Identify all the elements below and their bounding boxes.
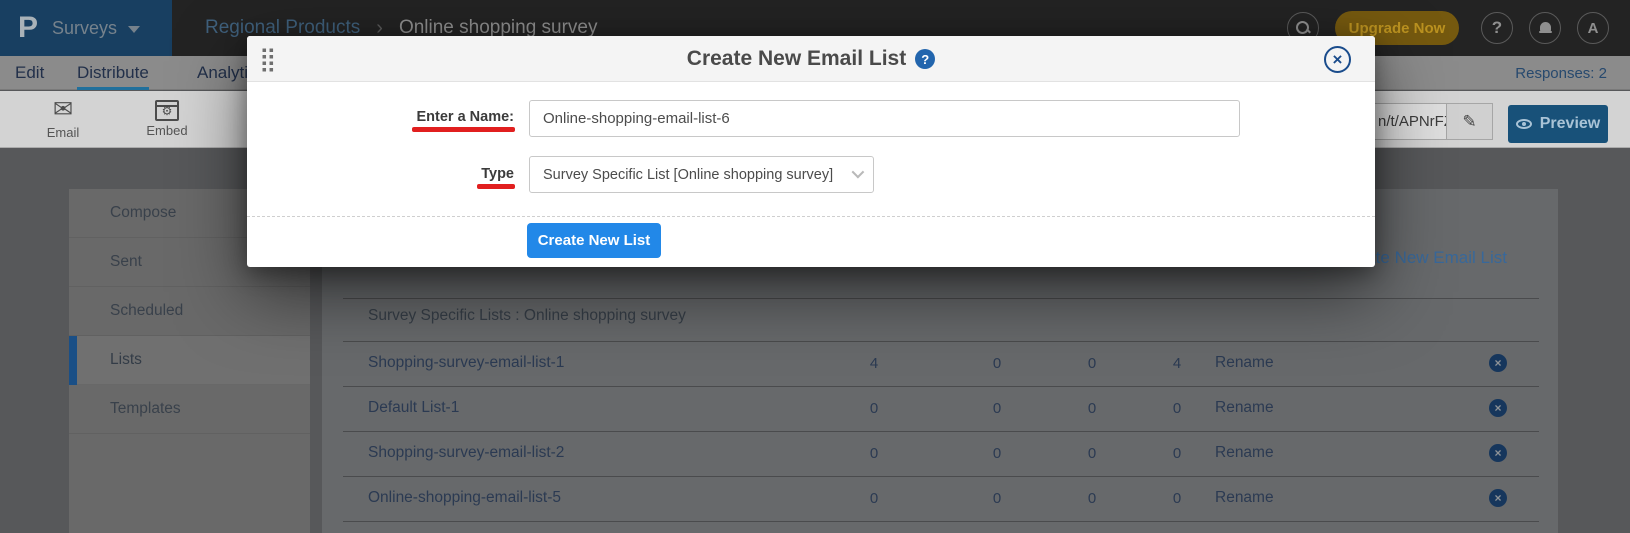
list-name-link[interactable]: Shopping-survey-email-list-2 — [368, 444, 798, 462]
modal-close-button[interactable]: × — [1324, 46, 1351, 73]
tab-distribute[interactable]: Distribute — [77, 56, 149, 90]
email-icon: ✉ — [53, 97, 73, 123]
type-label-underline — [477, 184, 515, 189]
modal-help-icon[interactable]: ? — [915, 49, 935, 69]
avatar-initial: A — [1588, 20, 1599, 37]
table-divider — [343, 521, 1539, 522]
tab-distribute-label: Distribute — [77, 63, 149, 83]
responses-count[interactable]: Responses: 2 — [1515, 56, 1607, 90]
rename-link[interactable]: Rename — [1215, 489, 1274, 507]
type-field-label: Type — [347, 166, 514, 182]
cell-unsubscribed: 0 — [942, 400, 1052, 417]
sidebar-item-scheduled[interactable]: Scheduled — [69, 287, 310, 336]
name-field-label: Enter a Name: — [347, 109, 514, 125]
account-avatar[interactable]: A — [1577, 12, 1609, 44]
sidebar-item-lists[interactable]: Lists — [69, 336, 310, 385]
delete-list-icon[interactable]: × — [1489, 354, 1507, 372]
search-icon — [1296, 21, 1310, 35]
table-divider — [343, 476, 1539, 477]
toolbar-item-embed[interactable]: ⚙ Embed — [132, 97, 202, 143]
cell-active: 0 — [819, 445, 929, 462]
rename-link[interactable]: Rename — [1215, 354, 1274, 372]
close-icon: × — [1333, 51, 1343, 68]
list-name-link[interactable]: Online-shopping-email-list-5 — [368, 489, 798, 507]
sidebar-templates-label: Templates — [110, 400, 181, 418]
cell-unsubscribed: 0 — [942, 490, 1052, 507]
sidebar-sent-label: Sent — [110, 253, 142, 271]
list-type-select[interactable]: Survey Specific List [Online shopping su… — [529, 156, 874, 193]
help-icon: ? — [1492, 18, 1502, 38]
list-name-link[interactable]: Shopping-survey-email-list-1 — [368, 354, 798, 372]
table-divider — [343, 341, 1539, 342]
modal-title: Create New Email List — [687, 47, 906, 71]
table-divider — [343, 298, 1539, 299]
notifications-button[interactable] — [1529, 12, 1561, 44]
sidebar-scheduled-label: Scheduled — [110, 302, 183, 320]
list-name-input[interactable] — [529, 100, 1240, 137]
toolbar-embed-label: Embed — [146, 123, 187, 138]
eye-icon — [1516, 119, 1532, 129]
rename-link[interactable]: Rename — [1215, 444, 1274, 462]
table-section-header: Survey Specific Lists : Online shopping … — [368, 307, 686, 325]
cell-unsubscribed: 0 — [942, 355, 1052, 372]
select-chevron-icon — [852, 166, 865, 179]
product-name: Surveys — [52, 18, 117, 39]
toolbar-item-email[interactable]: ✉ Email — [28, 97, 98, 143]
cell-active: 0 — [819, 400, 929, 417]
tab-edit[interactable]: Edit — [15, 56, 44, 90]
modal-divider — [247, 216, 1375, 217]
tab-edit-label: Edit — [15, 63, 44, 83]
help-button[interactable]: ? — [1481, 12, 1513, 44]
edit-url-button[interactable]: ✎ — [1446, 104, 1492, 139]
name-label-underline — [412, 127, 515, 132]
table-divider — [343, 431, 1539, 432]
cell-active: 4 — [819, 355, 929, 372]
preview-label: Preview — [1540, 115, 1600, 133]
product-switcher[interactable]: P Surveys — [0, 0, 172, 56]
questionpro-logo: P — [18, 13, 38, 43]
modal-title-wrap: Create New Email List ? — [247, 36, 1375, 82]
delete-list-icon[interactable]: × — [1489, 399, 1507, 417]
modal-header: ⣿ Create New Email List ? × — [247, 36, 1375, 82]
cell-unsubscribed: 0 — [942, 445, 1052, 462]
sidebar-lists-label: Lists — [110, 351, 142, 369]
create-email-list-modal: ⣿ Create New Email List ? × Enter a Name… — [247, 36, 1375, 267]
bell-icon — [1539, 22, 1552, 35]
sidebar-compose-label: Compose — [110, 204, 176, 222]
upgrade-now-label: Upgrade Now — [1349, 20, 1446, 37]
list-type-value: Survey Specific List [Online shopping su… — [543, 167, 833, 183]
table-divider — [343, 386, 1539, 387]
preview-button[interactable]: Preview — [1508, 105, 1608, 143]
delete-list-icon[interactable]: × — [1489, 444, 1507, 462]
delete-list-icon[interactable]: × — [1489, 489, 1507, 507]
embed-icon: ⚙ — [155, 100, 179, 121]
chevron-down-icon — [128, 26, 140, 33]
pencil-icon: ✎ — [1462, 112, 1476, 132]
sidebar-item-templates[interactable]: Templates — [69, 385, 310, 434]
toolbar-email-label: Email — [47, 125, 80, 140]
cell-active: 0 — [819, 490, 929, 507]
create-new-list-button[interactable]: Create New List — [527, 223, 661, 258]
rename-link[interactable]: Rename — [1215, 399, 1274, 417]
app-root: P Surveys Regional Products › Online sho… — [0, 0, 1630, 533]
list-name-link[interactable]: Default List-1 — [368, 399, 798, 417]
